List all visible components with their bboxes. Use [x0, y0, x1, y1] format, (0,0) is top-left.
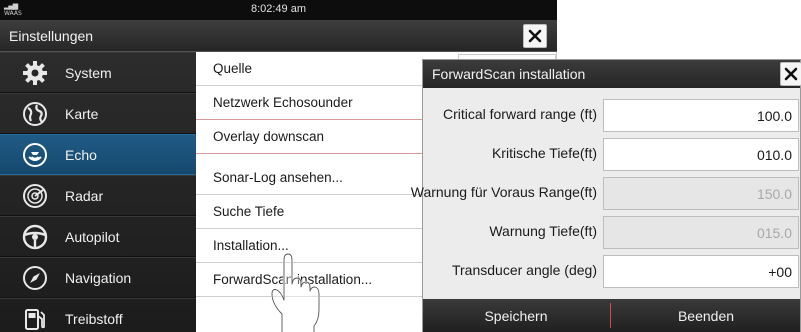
- close-icon: [784, 67, 798, 81]
- menu-item-label: Quelle: [213, 61, 253, 76]
- field-label: Warnung Tiefe(ft): [489, 223, 597, 239]
- menu-item-label: Sonar-Log ansehen...: [213, 170, 343, 185]
- footer-divider: [610, 303, 611, 328]
- forwardscan-installation-dialog: ForwardScan installation Critical forwar…: [411, 59, 801, 332]
- kritische-tiefe-input[interactable]: 010.0: [603, 138, 799, 171]
- field-label: Kritische Tiefe(ft): [491, 145, 597, 161]
- sidebar-item-autopilot[interactable]: Autopilot: [0, 216, 196, 257]
- sidebar-item-label: Autopilot: [65, 229, 120, 245]
- settings-sidebar: System Karte Echo Radar Autopilot Naviga…: [0, 52, 196, 332]
- warnung-tiefe-row: Warnung Tiefe(ft) 015.0: [423, 213, 800, 251]
- critical-forward-range-row: Critical forward range (ft) 100.0: [423, 96, 800, 134]
- compass-icon: [23, 266, 47, 290]
- dialog-title: ForwardScan installation: [432, 66, 586, 82]
- sidebar-item-label: Navigation: [65, 270, 132, 286]
- sidebar-item-system[interactable]: System: [0, 52, 196, 93]
- field-label: Warnung für Voraus Range(ft): [410, 184, 597, 200]
- clock: 8:02:49 am: [250, 3, 307, 15]
- globe-icon: [23, 102, 47, 126]
- dialog-title-bar: ForwardScan installation: [423, 60, 801, 88]
- transducer-angle-input[interactable]: +00: [603, 255, 799, 288]
- field-label: Transducer angle (deg): [451, 262, 597, 278]
- critical-forward-range-input[interactable]: 100.0: [603, 99, 799, 132]
- save-button[interactable]: Speichern: [423, 299, 609, 332]
- close-icon: [528, 29, 542, 43]
- window-close-button[interactable]: [523, 24, 547, 48]
- menu-item-label: Netzwerk Echosounder: [213, 95, 353, 110]
- gear-icon: [23, 61, 47, 85]
- sidebar-item-treibstoff[interactable]: Treibstoff: [0, 298, 196, 332]
- sidebar-item-radar[interactable]: Radar: [0, 175, 196, 216]
- field-label: Critical forward range (ft): [442, 106, 597, 122]
- steering-wheel-icon: [22, 224, 48, 250]
- warnung-tiefe-input: 015.0: [603, 216, 799, 249]
- status-bar: ▂▄▆ WAAS 8:02:49 am: [0, 0, 557, 20]
- touch-hand-icon: [271, 253, 320, 332]
- window-title: Einstellungen: [9, 28, 94, 44]
- sidebar-item-karte[interactable]: Karte: [0, 93, 196, 134]
- sidebar-item-label: Echo: [65, 147, 97, 163]
- transducer-angle-row: Transducer angle (deg) +00: [423, 252, 800, 290]
- fuel-icon: [25, 309, 45, 330]
- sidebar-item-label: System: [65, 65, 112, 81]
- sidebar-item-navigation[interactable]: Navigation: [0, 257, 196, 298]
- dialog-footer: Speichern Beenden: [423, 299, 800, 332]
- sidebar-item-label: Karte: [65, 106, 99, 122]
- echo-icon: [23, 143, 47, 167]
- sidebar-item-label: Radar: [65, 188, 104, 204]
- radar-icon: [23, 184, 47, 208]
- exit-button[interactable]: Beenden: [612, 299, 800, 332]
- sidebar-item-echo[interactable]: Echo: [0, 134, 196, 175]
- dialog-close-button[interactable]: [780, 62, 801, 86]
- window-title-bar: Einstellungen: [0, 20, 557, 52]
- menu-item-label: Suche Tiefe: [213, 204, 285, 219]
- sidebar-item-label: Treibstoff: [65, 311, 123, 327]
- warnung-voraus-range-input: 150.0: [603, 177, 799, 210]
- menu-item-label: Overlay downscan: [213, 129, 325, 144]
- warnung-voraus-range-row: Warnung für Voraus Range(ft) 150.0: [411, 174, 800, 212]
- kritische-tiefe-row: Kritische Tiefe(ft) 010.0: [423, 135, 800, 173]
